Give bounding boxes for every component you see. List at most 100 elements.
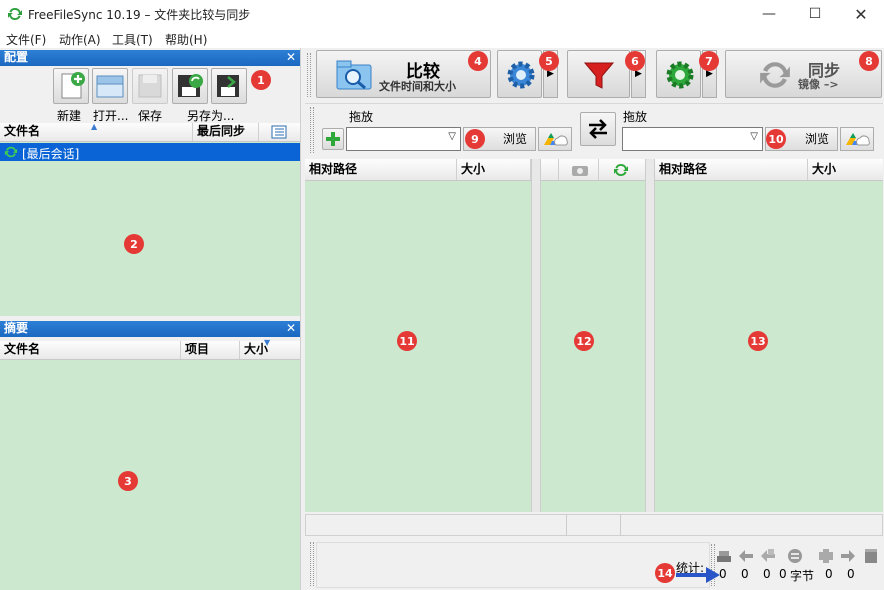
middle-col-category[interactable] [559,159,599,180]
sync-settings-button[interactable] [656,50,701,98]
middle-action-grid[interactable] [541,181,645,512]
callout-badge-1: 1 [251,70,271,90]
left-grid-scrollbar[interactable] [531,159,541,512]
right-cloud-button[interactable] [840,127,874,151]
new-file-icon [61,72,85,99]
left-update-arrow-icon [739,550,753,562]
stats-icons-row [717,549,877,563]
config-list [0,142,300,316]
right-drag-label: 拖放 [623,110,648,124]
folder-row-grip[interactable] [310,107,314,153]
status-divider [566,515,567,535]
callout-badge-7: 7 [699,51,719,71]
compare-variant-label: 文件时间和大小 [379,80,456,93]
sync-action-icon [614,163,628,177]
right-create-icon [865,549,877,563]
save-as-sync-icon [178,74,203,97]
sort-asc-icon: ▲ [91,122,98,131]
menu-help[interactable]: 帮助(H) [165,31,207,48]
minimize-button[interactable]: — [746,0,792,28]
chevron-down-icon: ▽ [750,131,758,142]
stat-left-update-count: 0 [741,567,749,581]
close-window-button[interactable]: ✕ [838,0,884,28]
left-create-icon [717,551,731,562]
stat-bytes-unit: 字节 [790,569,815,583]
floppy-icon [138,74,162,98]
config-panel-header: 配置 ✕ [0,50,300,66]
config-list-header: 文件名 最后同步 [0,123,300,142]
magnifier-folder-icon [336,60,372,90]
filter-button[interactable] [567,50,630,98]
menu-tools[interactable]: 工具(T) [112,31,153,48]
save-as-batch-button[interactable] [172,68,208,104]
green-gear-icon [666,61,694,89]
callout-badge-9: 9 [465,129,485,149]
add-folder-pair-button[interactable] [322,128,344,150]
summary-panel-close-icon[interactable]: ✕ [286,321,296,336]
right-update-arrow-icon [841,550,855,562]
open-config-button[interactable] [92,68,128,104]
config-list-item[interactable]: [最后会话] [0,143,300,161]
batch-icon [217,75,239,97]
left-folder-input[interactable]: ▽ [346,127,461,151]
summary-col-filename[interactable]: 文件名 [0,341,181,359]
middle-grid-separator[interactable] [645,159,655,512]
column-settings-icon[interactable] [259,123,300,141]
camera-icon [572,166,588,176]
new-config-button[interactable] [53,68,89,104]
callout-badge-2: 2 [124,234,144,254]
sync-variant-label: 镜像 –> [798,78,839,91]
middle-col-action[interactable] [599,159,645,180]
app-logo-icon [8,7,22,21]
summary-col-items[interactable]: 项目 [181,341,240,359]
callout-badge-5: 5 [539,51,559,71]
menu-action[interactable]: 动作(A) [59,31,101,48]
plus-icon [326,132,340,146]
status-divider [620,515,621,535]
open-label: 打开... [93,109,129,123]
left-col-size[interactable]: 大小 [457,159,531,180]
callout-arrow-icon [676,567,720,583]
right-file-grid[interactable] [655,181,883,512]
stats-grip[interactable] [310,542,314,586]
main-splitter[interactable] [300,48,304,590]
summary-panel-title: 摘要 [4,321,29,335]
right-delete-icon [819,549,833,563]
right-col-size[interactable]: 大小 [808,159,883,180]
toolbar-grip[interactable] [307,53,311,97]
callout-badge-13: 13 [748,331,768,351]
left-cloud-button[interactable] [538,127,572,151]
left-file-grid[interactable] [305,181,531,512]
blue-gear-icon [507,61,535,89]
swap-sides-button[interactable] [580,112,616,146]
equal-icon [788,549,802,563]
cloud-drive-icon [544,133,568,146]
compare-settings-button[interactable] [497,50,542,98]
chevron-down-icon: ▽ [448,131,456,142]
new-label: 新建 [57,109,82,123]
maximize-button[interactable]: ☐ [792,0,838,28]
config-panel-close-icon[interactable]: ✕ [286,50,296,65]
stat-bytes-count: 0 [779,567,787,581]
config-col-last-sync[interactable]: 最后同步 [193,123,259,141]
stat-right-update-count: 0 [825,567,833,581]
left-col-relative-path[interactable]: 相对路径 [305,159,457,180]
right-col-relative-path[interactable]: 相对路径 [655,159,808,180]
middle-col-checkbox [541,159,559,180]
compare-button[interactable]: 比较 文件时间和大小 [316,50,491,98]
callout-badge-8: 8 [859,51,879,71]
left-drag-label: 拖放 [349,110,374,124]
save-config-button[interactable] [132,68,168,104]
sort-desc-icon: ▼ [264,338,271,347]
summary-list [0,360,300,590]
stat-right-create-count: 0 [847,567,855,581]
right-folder-input[interactable]: ▽ [622,127,763,151]
save-as-batch-job-button[interactable] [211,68,247,104]
red-filter-icon [583,62,615,89]
menu-file[interactable]: 文件(F) [6,31,46,48]
callout-badge-14: 14 [655,563,675,583]
swap-arrows-icon [589,119,607,139]
right-grid-header: 相对路径 大小 [655,159,883,181]
open-folder-icon [96,75,124,98]
status-bar [305,514,883,536]
